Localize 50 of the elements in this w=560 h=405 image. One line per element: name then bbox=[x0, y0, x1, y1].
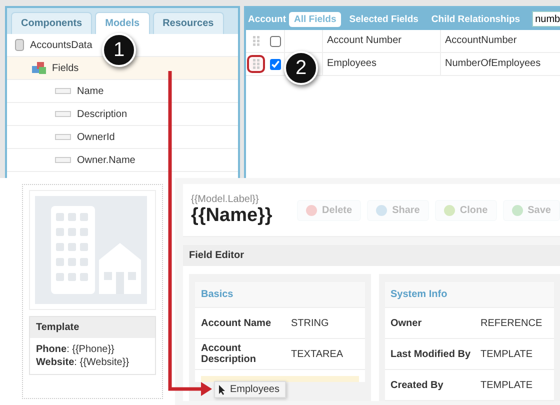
field-type: STRING bbox=[291, 318, 330, 328]
record-name: {{Name}} bbox=[191, 204, 274, 226]
field-label: Owner bbox=[390, 318, 423, 328]
model-label: {{Model.Label}} bbox=[191, 194, 260, 204]
field-icon bbox=[55, 88, 71, 94]
checkbox[interactable] bbox=[270, 36, 280, 46]
search-field[interactable]: numb bbox=[532, 11, 560, 27]
section-title: System Info bbox=[384, 282, 554, 308]
tree-item[interactable]: Fields bbox=[7, 57, 238, 80]
drag-label: Employees bbox=[230, 384, 280, 395]
table-cell: AccountNumber bbox=[440, 30, 560, 52]
tree-item[interactable]: Name bbox=[7, 80, 238, 103]
field-label: Account Name bbox=[201, 318, 272, 328]
tab[interactable]: Components bbox=[11, 12, 92, 34]
tree-item[interactable]: Description bbox=[7, 103, 238, 126]
field-label: Account Description bbox=[201, 343, 258, 365]
card-title: Template bbox=[30, 317, 155, 338]
table-cell: Employees bbox=[322, 53, 440, 75]
object-label: Account bbox=[248, 14, 286, 24]
field-type: TEXTAREA bbox=[291, 348, 344, 360]
tab[interactable]: Resources bbox=[152, 12, 224, 34]
table-cell: NumberOfEmployees bbox=[440, 53, 560, 75]
field-type: TEMPLATE bbox=[480, 380, 534, 390]
circle-icon bbox=[444, 204, 455, 216]
field-label: Last Modified By bbox=[390, 348, 472, 360]
drag-handle[interactable] bbox=[247, 55, 265, 73]
field-type: REFERENCE bbox=[480, 318, 544, 328]
tab[interactable]: All Fields bbox=[289, 12, 342, 26]
tab[interactable]: Child Relationships bbox=[426, 12, 526, 26]
field-label: Created By bbox=[390, 380, 444, 390]
circle-icon bbox=[376, 204, 388, 216]
panel-title: Field Editor bbox=[183, 245, 560, 266]
circle-icon bbox=[512, 204, 523, 216]
cubes-icon bbox=[32, 62, 46, 74]
table-cell: Account Number bbox=[322, 30, 440, 52]
tab[interactable]: Models bbox=[95, 12, 150, 34]
database-icon bbox=[15, 39, 24, 51]
tab[interactable]: Selected Fields bbox=[344, 12, 424, 26]
field-icon bbox=[55, 157, 71, 163]
circle-icon bbox=[306, 204, 318, 216]
checkbox[interactable] bbox=[270, 58, 280, 70]
template-line: Phone: {{Phone}} bbox=[36, 343, 116, 356]
tree-item[interactable]: Owner.Name bbox=[7, 149, 238, 172]
section-title: Basics bbox=[195, 282, 364, 308]
template-line: Website: {{Website}} bbox=[36, 356, 130, 369]
cursor-icon bbox=[219, 384, 226, 394]
field-icon bbox=[55, 134, 71, 140]
field-icon bbox=[55, 111, 71, 117]
tree-item[interactable]: OwnerId bbox=[7, 126, 238, 149]
field-type: TEMPLATE bbox=[480, 348, 534, 360]
